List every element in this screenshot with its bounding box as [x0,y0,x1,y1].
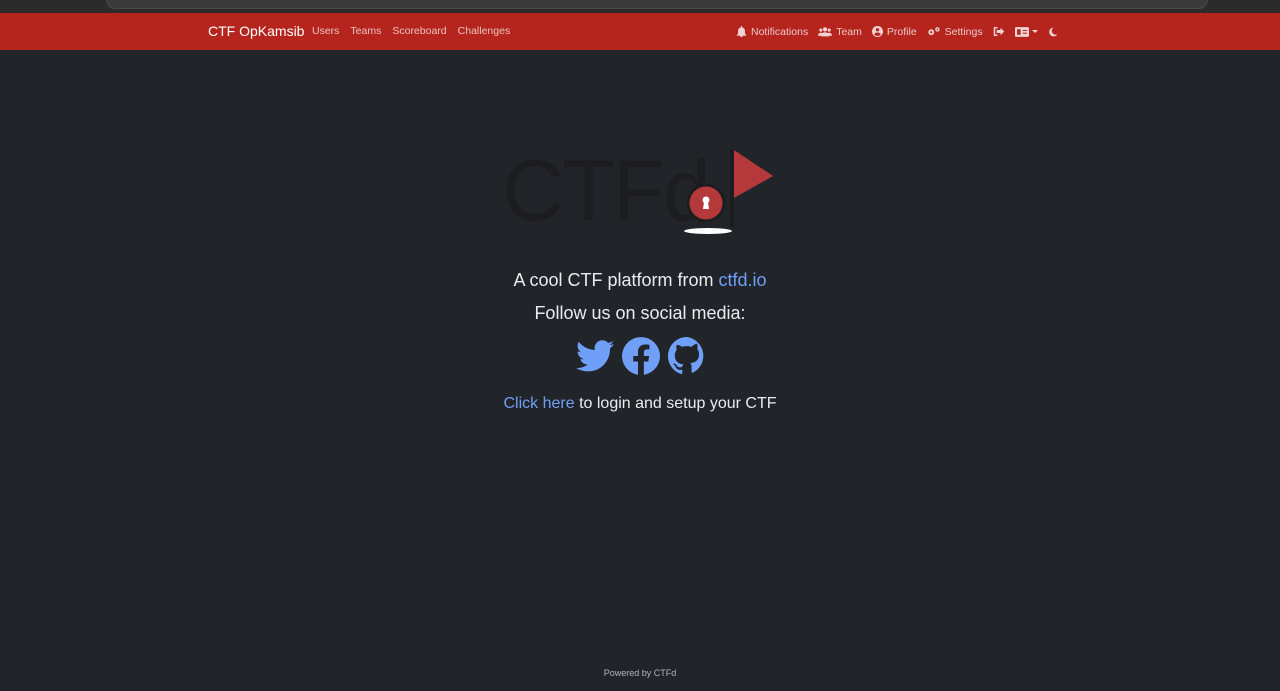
nav-right-links: Notifications Team Profile Settings [736,13,1068,50]
nav-team-label: Team [836,25,862,38]
nav-logout[interactable] [993,26,1005,37]
nav-notifications-label: Notifications [751,25,809,38]
tagline-text: A cool CTF platform from [513,270,719,290]
browser-address-bar[interactable] [106,0,1208,9]
nav-theme-toggle[interactable] [1048,27,1058,37]
nav-profile-label: Profile [886,25,917,38]
login-link[interactable]: Click here [503,395,574,412]
brand-link[interactable]: CTF OpKamsib [208,13,304,50]
facebook-icon[interactable] [622,337,660,375]
language-icon [1014,26,1029,37]
login-suffix: to login and setup your CTF [574,395,777,412]
nav-users[interactable]: Users [312,13,339,50]
browser-chrome [0,0,1280,13]
nav-teams[interactable]: Teams [350,13,381,50]
nav-settings[interactable]: Settings [927,26,983,38]
github-icon[interactable] [668,337,706,375]
nav-language-dropdown[interactable] [1014,26,1038,37]
sign-out-icon [993,27,1004,36]
bell-icon [736,26,747,37]
ctfd-link[interactable]: ctfd.io [719,270,767,290]
login-instruction: Click here to login and setup your CTF [0,395,1280,413]
flag-icon [734,150,773,198]
chevron-down-icon [1031,30,1038,33]
ctfd-logo: CTFd [502,143,773,239]
twitter-icon[interactable] [576,340,614,372]
tagline: A cool CTF platform from ctfd.io [0,270,1280,291]
nav-profile[interactable]: Profile [871,25,917,38]
social-links [576,337,706,375]
moon-icon [1048,27,1057,36]
nav-left-links: Users Teams Scoreboard Challenges [312,13,521,50]
footer-powered-by: Powered by CTFd [603,668,677,678]
users-icon [818,27,833,37]
nav-scoreboard[interactable]: Scoreboard [392,13,446,50]
follow-text: Follow us on social media: [534,303,746,323]
cogs-icon [928,27,940,36]
logo-text: CTFd [502,143,709,239]
nav-notifications[interactable]: Notifications [736,26,808,38]
nav-team[interactable]: Team [818,26,862,38]
nav-challenges[interactable]: Challenges [458,13,511,50]
user-circle-icon [871,26,883,37]
nav-settings-label: Settings [944,25,983,38]
top-navbar: CTF OpKamsib Users Teams Scoreboard Chal… [0,13,1280,50]
